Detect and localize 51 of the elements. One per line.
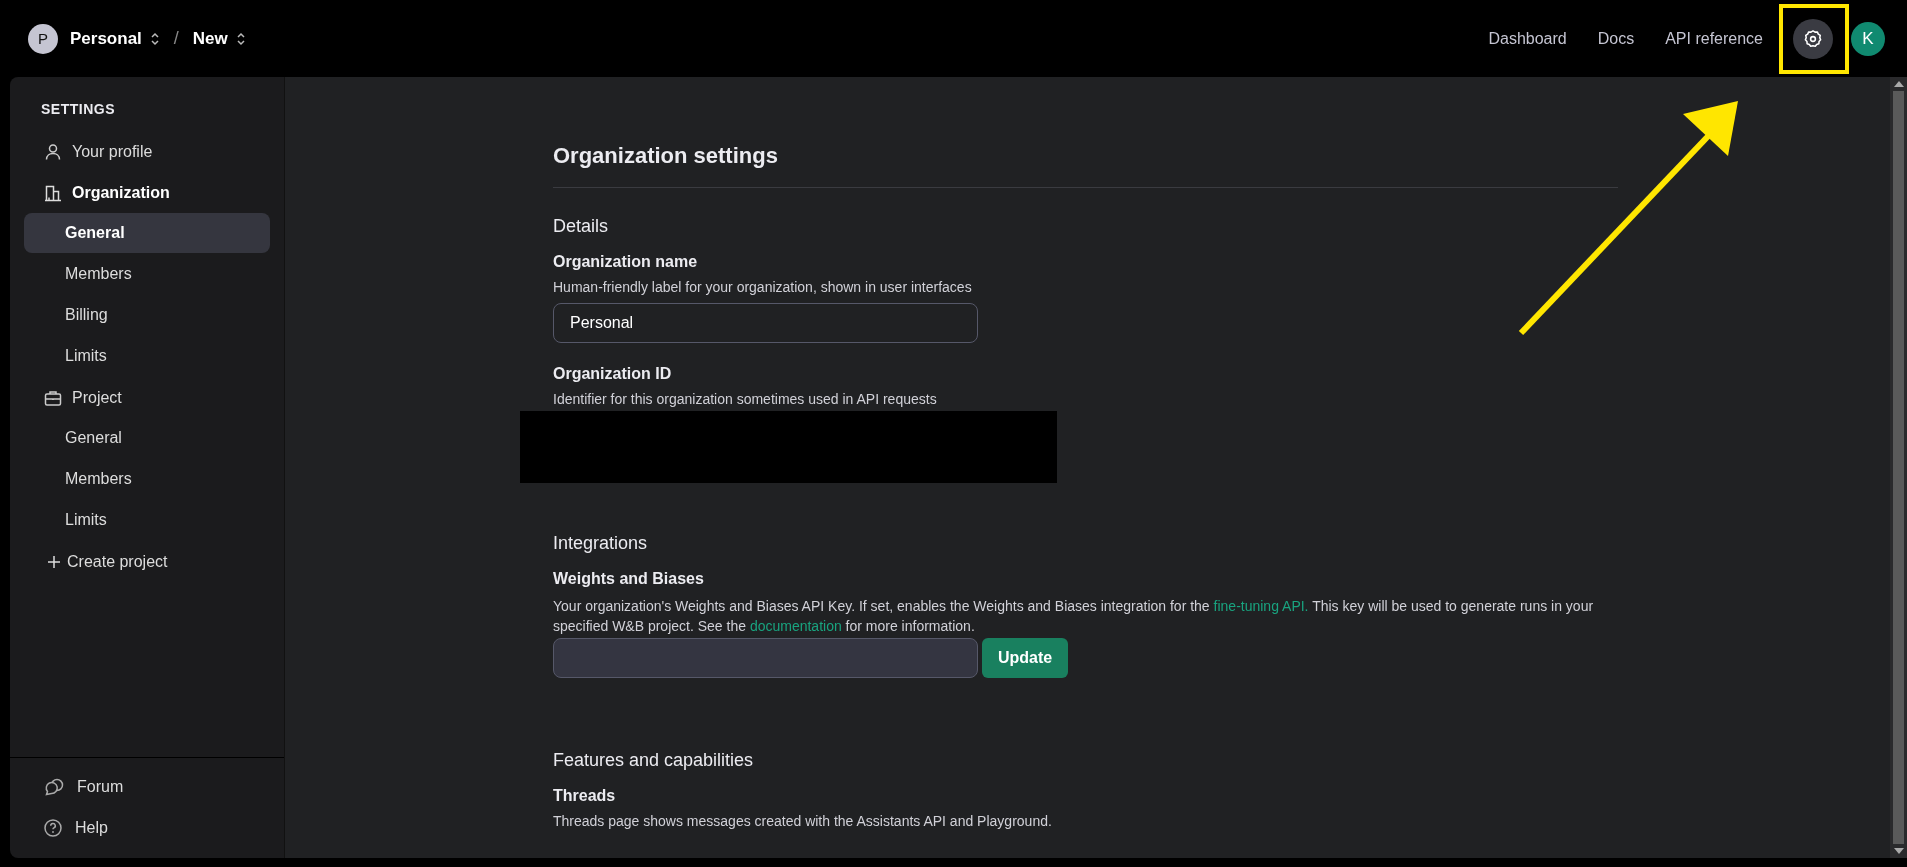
fine-tuning-link[interactable]: fine-tuning API. [1213, 598, 1309, 614]
api-key-field[interactable] [553, 638, 978, 678]
chevron-updown-icon [149, 31, 160, 46]
breadcrumb-separator: / [173, 28, 179, 49]
field-hint: Identifier for this organization sometimes used in API requests [553, 391, 938, 407]
org-avatar[interactable]: P [28, 23, 58, 54]
scroll-up-icon[interactable] [1893, 81, 1904, 87]
field-hint: Threads page shows messages created with the Assistants API and Playground. [553, 813, 1053, 829]
nav-link[interactable]: API reference [1665, 29, 1763, 48]
section-heading: Features and capabilities [553, 750, 755, 771]
plus-icon [47, 554, 61, 569]
field-description: Your organization's Weights and Biases API Key. If set, enables the Weights and Biases integration for the fine-tuning API. This key will be used to generate runs in your specified W&B project. See the documentation for more information. [553, 597, 1595, 636]
project-switcher[interactable]: New [192, 28, 228, 49]
sidebar-item[interactable]: Billing [24, 295, 270, 335]
nav-link[interactable]: Dashboard [1488, 29, 1567, 48]
page-title: Organization settings [553, 143, 1618, 188]
sidebar-item[interactable]: Limits [24, 500, 270, 540]
highlight-frame [1779, 3, 1849, 74]
sidebar-item[interactable]: Members [24, 254, 270, 294]
sidebar-item[interactable]: Members [24, 459, 270, 499]
sidebar-link[interactable]: Forum [24, 766, 270, 807]
section-heading: Details [553, 216, 610, 237]
documentation-link[interactable]: documentation [749, 618, 842, 634]
field-label: Threads [553, 787, 617, 805]
field-label: Organization ID [553, 365, 673, 383]
sidebar-section[interactable]: Your profile [24, 131, 270, 172]
field-label: Organization name [553, 253, 699, 271]
sidebar-heading: SETTINGS [40, 101, 116, 117]
scrollbar[interactable] [1890, 77, 1907, 858]
field-hint: Human-friendly label for your organization, shown in user interfaces [553, 279, 973, 295]
settings-button[interactable] [1793, 18, 1833, 59]
org-switcher[interactable]: Personal [70, 28, 142, 49]
sidebar-item[interactable]: General [24, 213, 270, 253]
scroll-down-icon[interactable] [1893, 848, 1904, 854]
help-icon [43, 817, 63, 838]
create-project-link[interactable]: Create project [24, 541, 270, 582]
user-avatar[interactable]: K [1851, 21, 1885, 56]
organization-name-field[interactable]: Personal [553, 303, 978, 343]
section-heading: Integrations [553, 533, 649, 554]
sidebar-item[interactable]: General [24, 418, 270, 458]
chat-bubbles-icon [43, 776, 65, 797]
chevron-updown-icon [235, 31, 246, 46]
field-label: Weights and Biases [553, 570, 705, 588]
sidebar-section[interactable]: Organization [24, 172, 270, 213]
sidebar-link[interactable]: Help [24, 807, 270, 848]
update-button[interactable]: Update [982, 638, 1069, 678]
person-icon [43, 141, 63, 162]
nav-link[interactable]: Docs [1597, 29, 1635, 48]
sidebar-item[interactable]: Limits [24, 336, 270, 376]
sidebar-section[interactable]: Project [24, 377, 270, 418]
gear-icon [1802, 27, 1824, 50]
